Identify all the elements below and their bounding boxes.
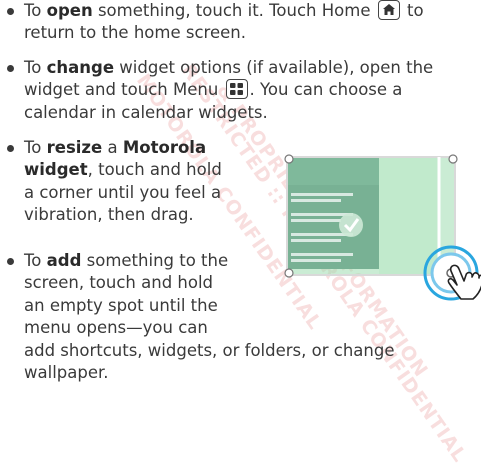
item-line: wallpaper. — [24, 363, 109, 382]
manual-page: MOTOROLA CONFIDENTIAL RESTRICTED :: MOTO… — [0, 0, 481, 467]
item-line: widget, touch and hold — [24, 159, 222, 182]
text: To — [24, 251, 47, 270]
text: To — [24, 138, 47, 157]
item-line: screen, touch and hold — [24, 273, 214, 292]
bullet-dot — [7, 258, 14, 265]
item-line: menu opens—you can — [24, 318, 208, 337]
text: widget options (if available), open the — [114, 58, 434, 77]
bold-term: open — [46, 1, 93, 20]
item-line: To change widget options (if available),… — [24, 57, 433, 80]
bold-term: change — [46, 58, 115, 77]
item-line: To resize a Motorola — [24, 137, 206, 160]
bold-term: widget — [24, 160, 88, 179]
bullet-dot — [7, 8, 14, 15]
menu-icon — [225, 79, 248, 99]
text: a — [102, 138, 123, 157]
item-line: To open something, touch it. Touch Home … — [24, 0, 424, 23]
text: To — [24, 1, 47, 20]
bullet-dot — [7, 145, 14, 152]
widget-resize-illustration — [283, 153, 481, 303]
bold-term: resize — [46, 138, 103, 157]
resize-handle-icon — [284, 268, 294, 278]
text: To — [24, 58, 47, 77]
item-line: calendar in calendar widgets. — [24, 103, 268, 122]
item-line: vibration, then drag. — [24, 205, 194, 224]
bold-term: add — [46, 251, 82, 270]
text: something to the — [81, 251, 229, 270]
resize-handle-icon — [448, 154, 458, 164]
text: to — [401, 1, 424, 20]
resize-handle-icon — [284, 154, 294, 164]
item-line: To add something to the — [24, 250, 228, 273]
item-line: add shortcuts, widgets, or folders, or c… — [24, 341, 395, 360]
widget-resize-graphic — [284, 154, 481, 301]
bullet-dot — [7, 65, 14, 72]
item-line: an empty spot until the — [24, 296, 218, 315]
text: , touch and hold — [87, 160, 222, 179]
item-line: return to the home screen. — [24, 23, 246, 42]
item-line: widget and touch Menu . You can choose a — [24, 79, 402, 102]
text: widget and touch Menu — [24, 80, 224, 99]
item-line: a corner until you feel a — [24, 183, 222, 202]
bold-term: Motorola — [122, 138, 207, 157]
home-icon — [377, 0, 400, 20]
text: something, touch it. Touch Home — [92, 1, 376, 20]
checkmark-icon — [339, 213, 363, 237]
text: . You can choose a — [249, 80, 403, 99]
